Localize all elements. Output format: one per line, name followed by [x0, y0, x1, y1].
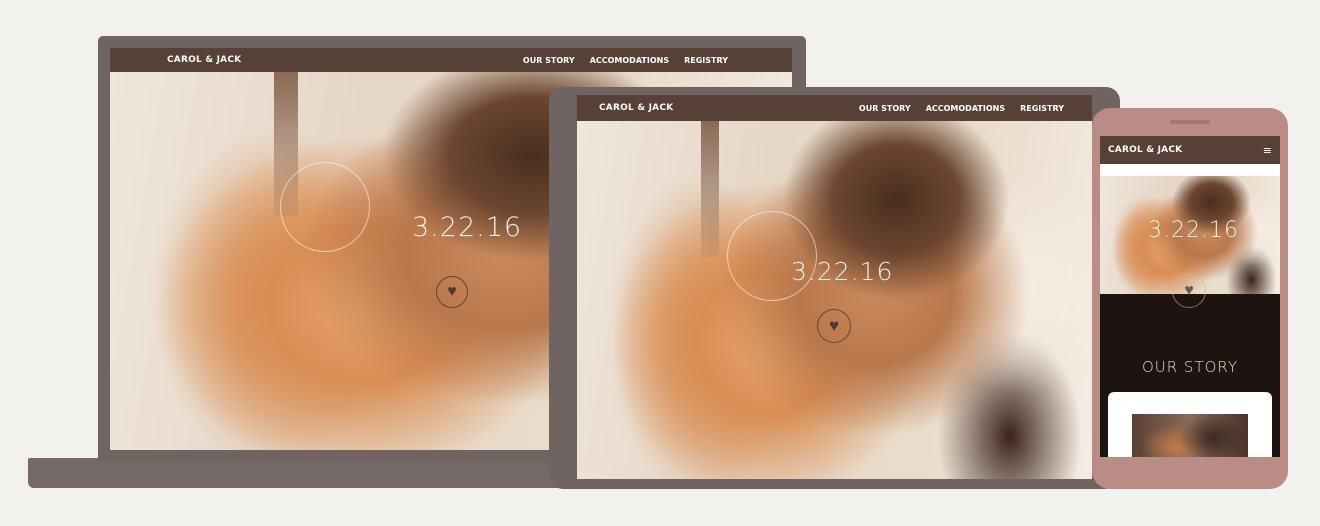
- nav-link-accomodations[interactable]: ACCOMODATIONS: [926, 104, 1005, 113]
- hero-ring: [280, 162, 370, 252]
- tablet-device: CAROL & JACK OUR STORY ACCOMODATIONS REG…: [549, 87, 1120, 489]
- story-thumbnail: [1132, 414, 1248, 457]
- section-title: OUR STORY: [1141, 358, 1239, 376]
- nav-link-registry[interactable]: REGISTRY: [1020, 104, 1064, 113]
- hero-photo: 3.22.16 ♥: [577, 121, 1092, 479]
- nav-link-registry[interactable]: REGISTRY: [684, 56, 728, 65]
- wedding-date: 3.22.16: [412, 212, 523, 243]
- nav-link-accomodations[interactable]: ACCOMODATIONS: [590, 56, 669, 65]
- heart-icon: ♥: [828, 316, 840, 335]
- heart-icon: ♥: [447, 283, 457, 300]
- wedding-date: 3.22.16: [791, 257, 894, 286]
- site-brand[interactable]: CAROL & JACK: [167, 55, 241, 65]
- phone-screen: CAROL & JACK ≡ 3.22.16 ♥ OUR STORY: [1100, 136, 1280, 457]
- wedding-date: 3.22.16: [1148, 218, 1239, 243]
- nav-links: OUR STORY ACCOMODATIONS REGISTRY: [844, 104, 1064, 113]
- hamburger-menu-icon[interactable]: ≡: [1263, 144, 1272, 157]
- site-brand[interactable]: CAROL & JACK: [599, 103, 673, 113]
- nav-link-our-story[interactable]: OUR STORY: [523, 56, 575, 65]
- header-strip: [1100, 164, 1280, 176]
- tablet-screen: CAROL & JACK OUR STORY ACCOMODATIONS REG…: [577, 95, 1092, 479]
- heart-button[interactable]: ♥: [1172, 274, 1206, 308]
- heart-button[interactable]: ♥: [436, 276, 468, 308]
- story-card: [1108, 392, 1272, 457]
- nav-link-our-story[interactable]: OUR STORY: [859, 104, 911, 113]
- heart-icon: ♥: [1184, 282, 1194, 299]
- phone-speaker: [1170, 120, 1210, 124]
- background-post: [700, 121, 719, 258]
- tablet-navbar: CAROL & JACK OUR STORY ACCOMODATIONS REG…: [577, 95, 1092, 121]
- site-brand[interactable]: CAROL & JACK: [1108, 145, 1182, 155]
- laptop-navbar: CAROL & JACK OUR STORY ACCOMODATIONS REG…: [110, 48, 792, 72]
- heart-button[interactable]: ♥: [817, 309, 851, 343]
- nav-links: OUR STORY ACCOMODATIONS REGISTRY: [508, 56, 728, 65]
- phone-device: CAROL & JACK ≡ 3.22.16 ♥ OUR STORY: [1092, 108, 1288, 489]
- phone-navbar: CAROL & JACK ≡: [1100, 136, 1280, 164]
- hero-ring: [727, 211, 817, 301]
